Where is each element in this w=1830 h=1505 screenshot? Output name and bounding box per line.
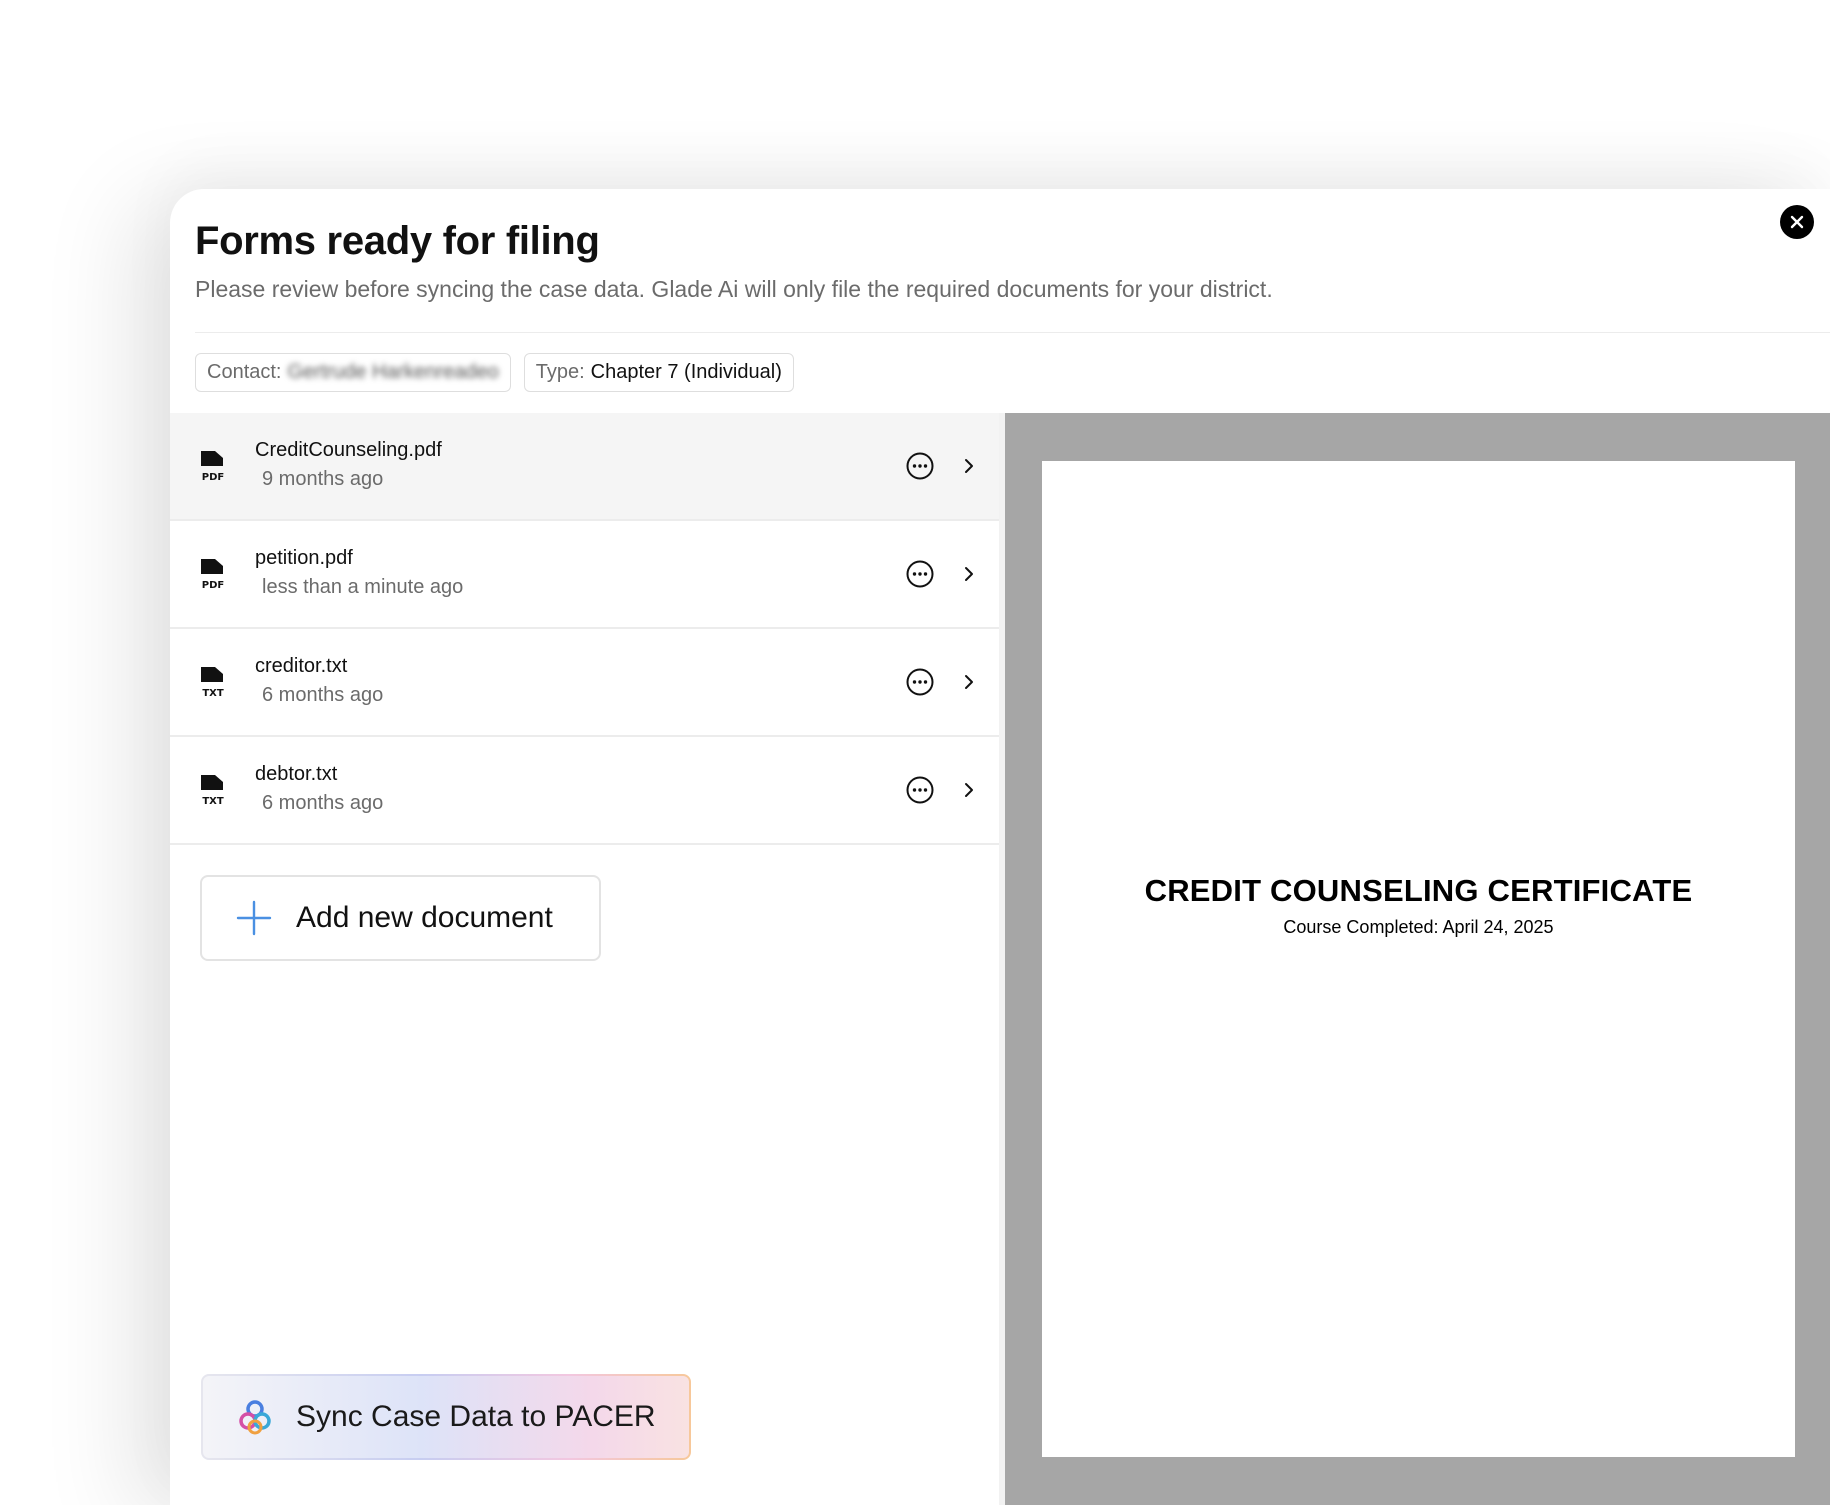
- preview-document-title: CREDIT COUNSELING CERTIFICATE: [1144, 873, 1693, 908]
- add-document-button[interactable]: Add new document: [200, 875, 601, 961]
- svg-text:PDF: PDF: [202, 472, 224, 483]
- more-options-icon[interactable]: [905, 775, 935, 805]
- document-name: CreditCounseling.pdf: [255, 439, 442, 461]
- document-row[interactable]: PDF petition.pdf less than a minute ago: [170, 521, 999, 629]
- document-time: 9 months ago: [262, 468, 384, 490]
- case-chips: Contact: Gertrude Harkenreadeo Type: Cha…: [195, 353, 794, 392]
- document-time: less than a minute ago: [262, 576, 464, 598]
- page-subtitle: Please review before syncing the case da…: [195, 276, 1273, 302]
- pdf-file-icon: PDF: [201, 451, 224, 483]
- document-time: 6 months ago: [262, 792, 384, 814]
- document-row[interactable]: PDF CreditCounseling.pdf 9 months ago: [170, 413, 999, 521]
- txt-file-icon: TXT: [201, 775, 224, 807]
- chevron-right-icon[interactable]: [958, 671, 980, 693]
- sync-pacer-inner: Sync Case Data to PACER: [203, 1376, 689, 1458]
- contact-chip-value: Gertrude Harkenreadeo: [287, 361, 499, 383]
- header-divider: [195, 332, 1830, 333]
- txt-file-icon: TXT: [201, 667, 224, 699]
- type-chip-value: Chapter 7 (Individual): [590, 361, 782, 383]
- modal-header: Forms ready for filing Please review bef…: [195, 219, 1830, 303]
- contact-chip-label: Contact:: [207, 361, 282, 383]
- contact-chip: Contact: Gertrude Harkenreadeo: [195, 353, 511, 392]
- svg-text:TXT: TXT: [202, 796, 224, 807]
- document-row[interactable]: TXT creditor.txt 6 months ago: [170, 629, 999, 737]
- glade-logo-icon: [239, 1400, 271, 1435]
- type-chip-label: Type:: [535, 361, 585, 383]
- document-text: petition.pdf less than a minute ago: [255, 547, 463, 599]
- document-text: creditor.txt 6 months ago: [255, 655, 383, 707]
- add-document-label: Add new document: [296, 901, 553, 934]
- document-time: 6 months ago: [262, 684, 384, 706]
- page-title: Forms ready for filing: [195, 219, 600, 263]
- chevron-right-icon[interactable]: [958, 779, 980, 801]
- pdf-file-icon: PDF: [201, 559, 224, 591]
- document-list: PDF CreditCounseling.pdf 9 months ago PD…: [170, 413, 999, 845]
- chevron-right-icon[interactable]: [958, 455, 980, 477]
- sync-pacer-button[interactable]: Sync Case Data to PACER: [201, 1374, 691, 1460]
- document-preview: CREDIT COUNSELING CERTIFICATE Course Com…: [1005, 413, 1830, 1505]
- svg-text:TXT: TXT: [202, 688, 224, 699]
- sync-pacer-label: Sync Case Data to PACER: [296, 1400, 656, 1433]
- preview-document-subtitle: Course Completed: April 24, 2025: [1283, 917, 1554, 937]
- type-chip: Type: Chapter 7 (Individual): [523, 353, 794, 392]
- document-text: CreditCounseling.pdf 9 months ago: [255, 439, 442, 491]
- document-row[interactable]: TXT debtor.txt 6 months ago: [170, 737, 999, 845]
- chevron-right-icon[interactable]: [958, 563, 980, 585]
- document-name: debtor.txt: [255, 763, 338, 785]
- svg-text:PDF: PDF: [202, 580, 224, 591]
- forms-modal: Forms ready for filing Please review bef…: [170, 189, 1830, 1505]
- more-options-icon[interactable]: [905, 451, 935, 481]
- document-name: petition.pdf: [255, 547, 353, 569]
- more-options-icon[interactable]: [905, 559, 935, 589]
- more-options-icon[interactable]: [905, 667, 935, 697]
- preview-page: CREDIT COUNSELING CERTIFICATE Course Com…: [1042, 461, 1795, 1457]
- plus-icon: [236, 900, 272, 936]
- document-text: debtor.txt 6 months ago: [255, 763, 383, 815]
- document-name: creditor.txt: [255, 655, 348, 677]
